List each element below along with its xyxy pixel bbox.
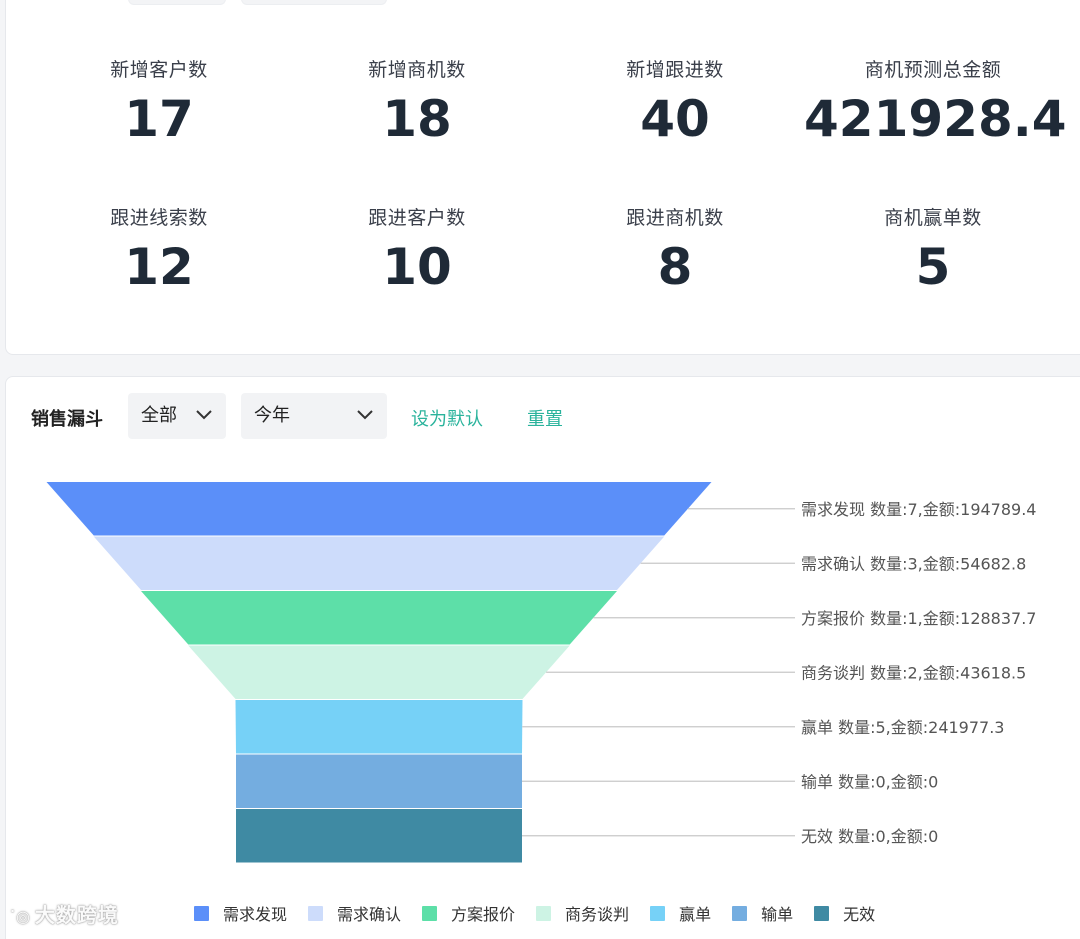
legend-item[interactable]: 赢单 bbox=[650, 901, 711, 925]
funnel-chart: 需求发现 数量:7,金额:194789.4 需求确认 数量:3,金额:54682.… bbox=[46, 482, 1036, 863]
legend-item[interactable]: 无效 bbox=[814, 901, 875, 925]
stat-value: 18 bbox=[382, 90, 452, 148]
logo-icon: ᐝ◎ bbox=[10, 907, 31, 926]
stat-followup-customers: 跟进客户数 10 bbox=[288, 203, 546, 292]
legend-item[interactable]: 输单 bbox=[732, 901, 793, 925]
funnel-data-label: 输单 数量:0,金额:0 bbox=[801, 772, 938, 791]
funnel-data-label: 赢单 数量:5,金额:241977.3 bbox=[801, 718, 1004, 737]
legend-swatch bbox=[650, 905, 666, 921]
filter-select-ghost[interactable] bbox=[128, 0, 226, 5]
stat-value: 40 bbox=[640, 90, 710, 148]
stat-label: 商机赢单数 bbox=[884, 207, 982, 229]
funnel-data-label: 方案报价 数量:1,金额:128837.7 bbox=[801, 609, 1036, 628]
funnel-segment[interactable] bbox=[141, 591, 617, 645]
legend-label: 需求确认 bbox=[337, 905, 402, 924]
legend-label: 方案报价 bbox=[451, 905, 516, 924]
funnel-segment[interactable] bbox=[236, 754, 522, 809]
funnel-data-label: 无效 数量:0,金额:0 bbox=[801, 827, 938, 846]
stat-label: 新增客户数 bbox=[110, 59, 208, 81]
stat-value: 8 bbox=[657, 238, 693, 296]
stat-new-customers: 新增客户数 17 bbox=[30, 55, 288, 144]
legend-swatch bbox=[814, 905, 830, 921]
legend-swatch bbox=[422, 905, 438, 921]
funnel-segment[interactable] bbox=[235, 700, 523, 754]
stat-value: 12 bbox=[124, 238, 194, 296]
stat-new-followups: 新增跟进数 40 bbox=[546, 55, 804, 144]
stat-label: 商机预测总金额 bbox=[864, 59, 1002, 81]
stat-label: 跟进线索数 bbox=[110, 207, 208, 229]
legend-label: 无效 bbox=[843, 905, 876, 924]
stat-value: 10 bbox=[382, 238, 452, 296]
legend-item[interactable]: 方案报价 bbox=[422, 901, 515, 925]
legend-label: 商务谈判 bbox=[565, 905, 630, 924]
legend-swatch bbox=[194, 905, 209, 921]
stat-followup-leads: 跟进线索数 12 bbox=[30, 203, 288, 292]
funnel-segment[interactable] bbox=[188, 645, 570, 700]
legend-label: 输单 bbox=[761, 905, 794, 924]
legend-label: 赢单 bbox=[679, 905, 712, 924]
stat-forecast-amount: 商机预测总金额 421928.4 bbox=[804, 55, 1067, 148]
legend-swatch bbox=[536, 905, 552, 921]
stat-label: 新增跟进数 bbox=[626, 59, 724, 81]
stat-value: 5 bbox=[915, 238, 951, 296]
legend-item[interactable]: 需求发现 bbox=[194, 901, 287, 925]
filter-select-ghost[interactable] bbox=[241, 0, 387, 5]
legend-swatch bbox=[308, 905, 324, 921]
legend-item[interactable]: 需求确认 bbox=[308, 901, 401, 925]
stats-card: 新增客户数 17 新增商机数 18 新增跟进数 40 商机预测总金额 42192… bbox=[5, 0, 1080, 355]
stat-label: 跟进商机数 bbox=[626, 207, 724, 229]
stat-label: 新增商机数 bbox=[368, 59, 466, 81]
stat-won-opportunities: 商机赢单数 5 bbox=[804, 203, 1062, 292]
watermark-text: 大数跨境 bbox=[34, 903, 119, 927]
funnel-segment[interactable] bbox=[236, 809, 522, 863]
stat-new-opportunities: 新增商机数 18 bbox=[288, 55, 546, 144]
funnel-data-label: 需求发现 数量:7,金额:194789.4 bbox=[801, 500, 1036, 519]
legend-item[interactable]: 商务谈判 bbox=[536, 901, 629, 925]
chart-legend: 需求发现 需求确认 方案报价 商务谈判 赢单 输单 无效 bbox=[194, 901, 896, 925]
funnel-data-label: 商务谈判 数量:2,金额:43618.5 bbox=[801, 663, 1026, 682]
stat-value: 421928.4 bbox=[804, 90, 1067, 148]
legend-swatch bbox=[732, 905, 748, 921]
sales-funnel-card: 销售漏斗 全部 今年 设为默认 重置 需求发现 数量:7,金额:194789.4… bbox=[5, 376, 1080, 939]
stat-label: 跟进客户数 bbox=[368, 207, 466, 229]
legend-label: 需求发现 bbox=[223, 905, 288, 924]
stat-value: 17 bbox=[124, 90, 194, 148]
stat-followup-opportunities: 跟进商机数 8 bbox=[546, 203, 804, 292]
watermark: ᐝ◎ 大数跨境 bbox=[10, 899, 119, 928]
funnel-data-label: 需求确认 数量:3,金额:54682.8 bbox=[801, 554, 1026, 573]
funnel-segment[interactable] bbox=[46, 482, 712, 536]
funnel-segment[interactable] bbox=[93, 536, 665, 591]
